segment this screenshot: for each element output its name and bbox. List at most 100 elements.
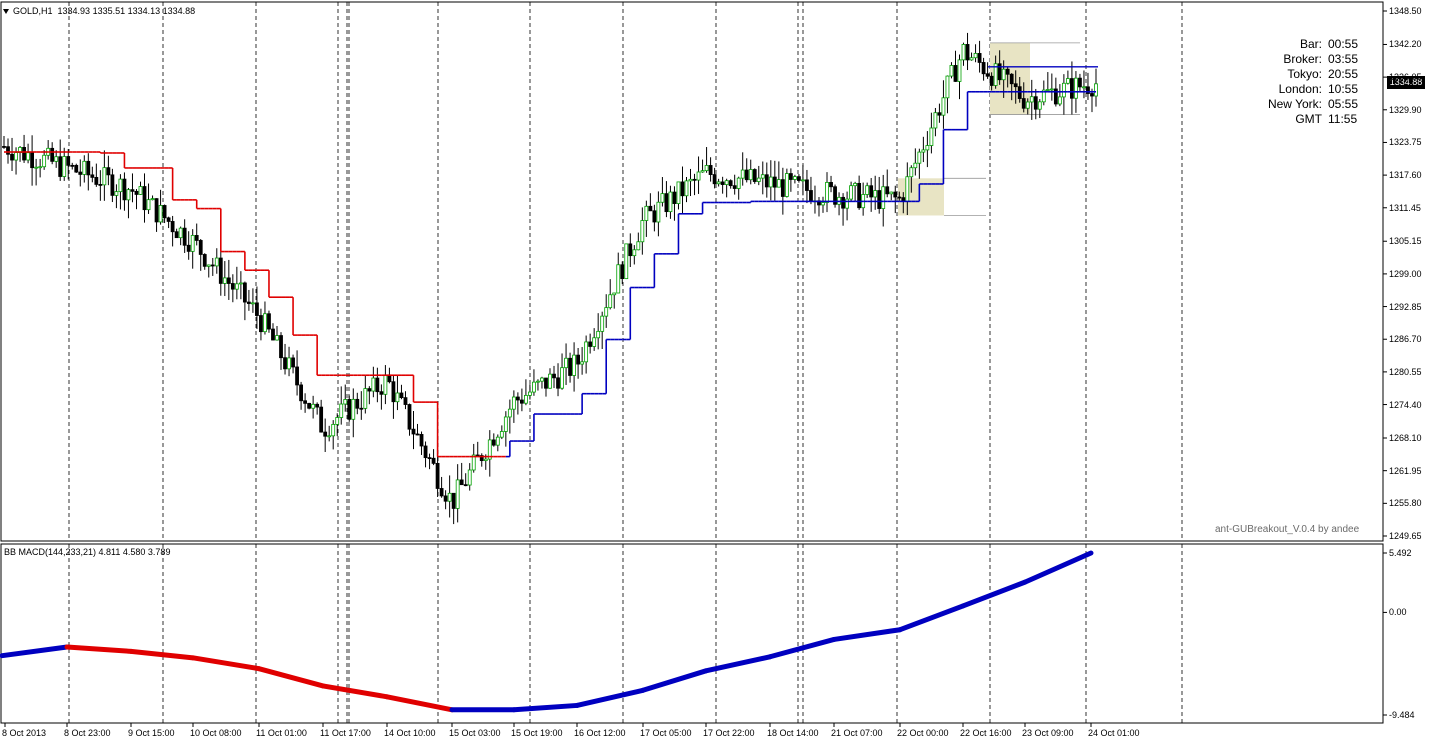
candle-body [242,282,247,303]
candle-body [499,431,504,438]
candle-body [303,400,308,404]
candle-body [503,416,508,432]
candle-body [636,241,641,251]
macd-axis-label: 0.00 [1389,607,1407,618]
candle-body [973,53,978,59]
candle-body [825,182,829,203]
candle-body [829,182,833,188]
candle-body [620,264,625,280]
candle-body [897,196,902,199]
time-axis-label: 21 Oct 07:00 [831,728,883,738]
candle-body [668,191,673,213]
chart-window[interactable]: GOLD,H1 1334.93 1335.51 1334.13 1334.88 … [0,0,1429,744]
clock-value: 10:55 [1328,82,1359,96]
session-clock-panel: Bar: 00:55 Broker: 03:55 Tokyo: 20:55 London: 1… [1222,37,1378,127]
candle-body [1090,93,1094,97]
candle-body [391,381,396,403]
candle-body [728,180,733,187]
candle-body [1005,68,1010,75]
macd-line-segment [256,666,326,689]
candle-body [222,277,227,284]
macd-line-segment [831,627,903,642]
time-axis-label: 17 Oct 22:00 [703,728,755,738]
time-axis-label: 22 Oct 16:00 [960,728,1012,738]
candle-body [696,171,701,181]
candle-body [965,44,970,61]
candle-body [347,399,352,420]
candle-body [246,301,251,304]
candle-body [1065,78,1070,84]
candle-body [865,185,870,195]
candle-body [644,205,649,221]
candle-body [873,190,878,198]
symbol-label: GOLD,H1 [13,6,53,16]
candle-body [283,357,287,370]
candle-body [981,62,986,75]
candle-body [70,164,75,167]
candle-body [604,307,609,317]
clock-value: 00:55 [1328,37,1359,51]
candle-body [451,492,456,509]
candle-body [166,217,171,222]
candle-body [54,156,59,162]
candle-body [632,249,637,257]
candle-body [423,445,428,459]
candle-body [238,282,243,285]
clock-label: Bar: [1299,37,1322,51]
candle-body [1045,89,1050,91]
price-axis-label: 1268.10 [1389,433,1422,443]
price-axis-label: 1336.05 [1389,72,1422,83]
price-chart-canvas[interactable] [0,0,1429,744]
price-axis-label: 1342.20 [1389,39,1422,50]
candle-body [676,181,681,204]
candle-body [162,205,167,219]
candle-body [58,156,63,177]
candle-body [230,283,235,290]
clock-value: 03:55 [1328,52,1359,66]
candle-body [275,335,279,341]
candle-body [415,433,420,436]
candle-body [760,174,765,179]
candle-body [206,264,211,267]
dropdown-triangle-icon[interactable] [3,9,9,15]
time-axis-label: 14 Oct 10:00 [384,728,436,738]
candle-body [664,193,669,213]
time-axis-label: 22 Oct 00:00 [897,728,949,738]
time-axis-label: 11 Oct 17:00 [320,728,371,738]
candle-body [845,198,849,209]
candle-body [680,181,685,197]
time-axis-label: 10 Oct 08:00 [190,728,242,738]
time-axis-label: 8 Oct 2013 [2,728,47,738]
candle-body [26,152,30,161]
candle-body [588,341,593,347]
candle-body [399,392,404,399]
candle-body [134,190,139,195]
candle-body [483,458,488,462]
candle-body [684,180,689,197]
candle-body [656,201,661,223]
candle-body [576,354,581,365]
candle-body [724,180,729,185]
candle-body [985,73,990,77]
candle-body [30,152,35,169]
candle-body [929,127,934,146]
candle-body [788,173,793,180]
candle-body [937,112,942,116]
candle-body [86,160,91,176]
price-axis-label: 1280.55 [1389,366,1422,377]
candle-body [42,154,47,168]
candle-body [367,388,372,392]
candle-body [608,294,613,309]
candle-body [1057,96,1062,105]
candle-body [792,176,797,180]
candle-body [776,179,781,188]
candle-body [379,391,384,395]
price-axis-label: 1329.90 [1389,104,1422,115]
candle-body [323,431,328,437]
candle-body [447,492,452,502]
candle-body [1078,77,1082,88]
clock-row: London: 10:55 [1222,82,1378,97]
candle-body [732,185,737,189]
candle-body [138,186,143,195]
candle-body [885,186,890,195]
